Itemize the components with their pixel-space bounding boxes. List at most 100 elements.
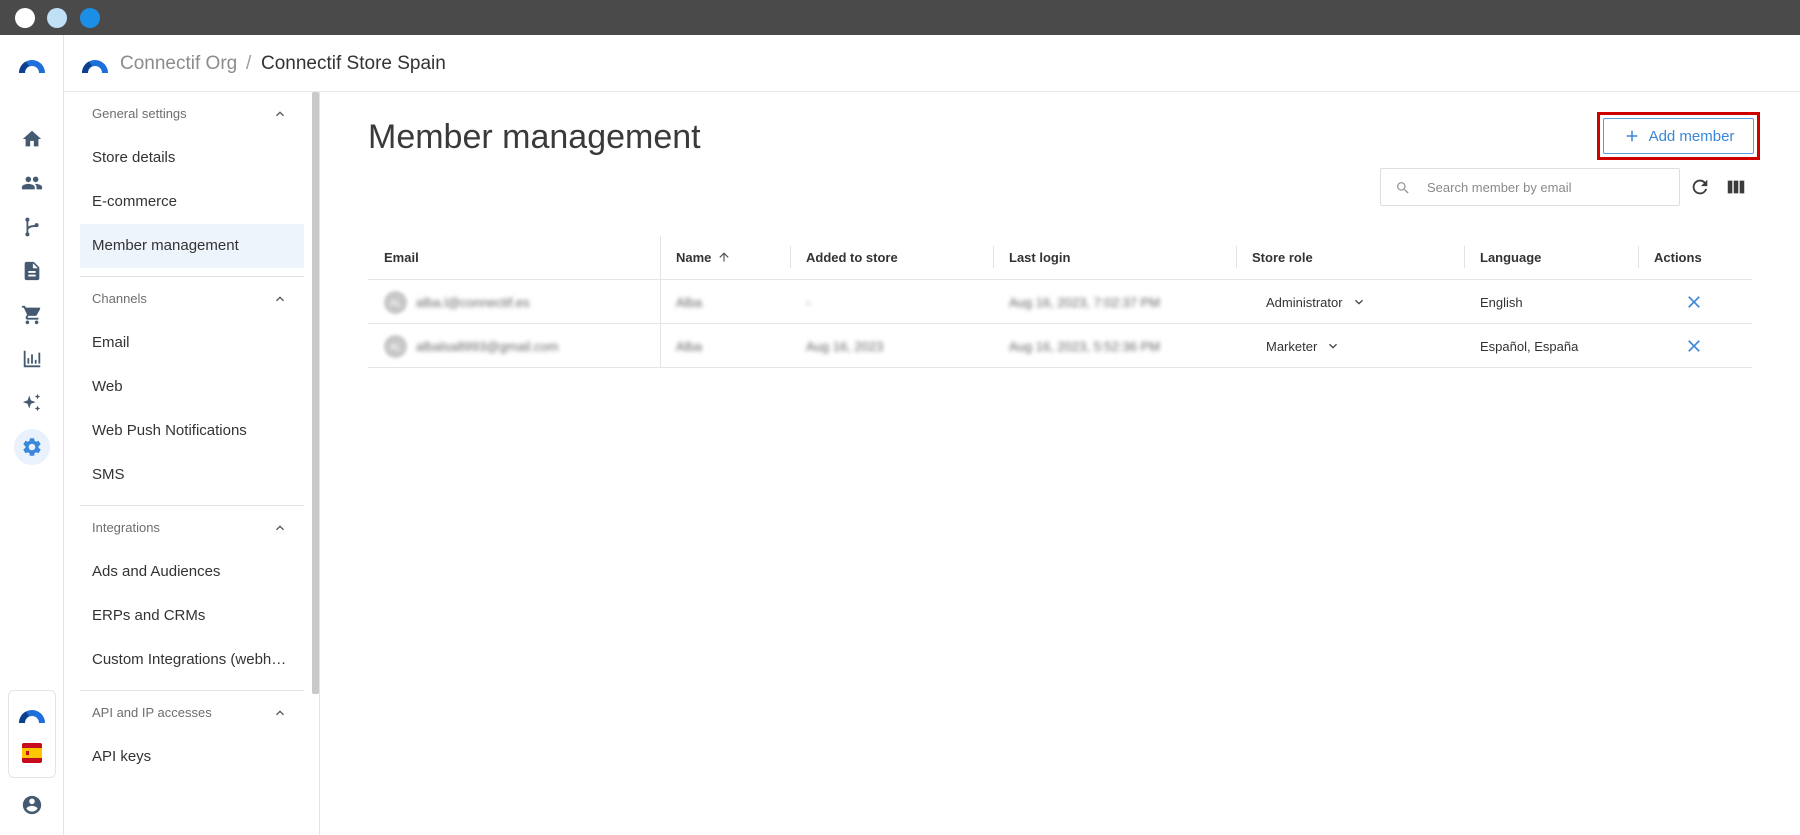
nav-item-label: SMS — [92, 466, 125, 483]
nav-section-general-settings[interactable]: General settings — [80, 92, 304, 136]
chevron-down-icon — [1329, 343, 1338, 349]
role-select[interactable]: Marketer — [1266, 332, 1341, 360]
window-minimize-button[interactable] — [47, 8, 67, 28]
breadcrumb-separator: / — [246, 53, 252, 74]
nav-section-api-ip[interactable]: API and IP accesses — [80, 691, 304, 735]
nav-item-label: Store details — [92, 149, 176, 166]
nav-item-label: ERPs and CRMs — [92, 607, 206, 624]
sparkles-icon[interactable] — [14, 385, 50, 421]
nav-item-web-push[interactable]: Web Push Notifications — [80, 409, 304, 453]
nav-section-integrations[interactable]: Integrations — [80, 506, 304, 550]
nav-item-label: API keys — [92, 748, 152, 765]
table-header: Email Name Added to store Last login Sto… — [368, 236, 1752, 280]
app-rail — [0, 35, 64, 835]
connectif-logo[interactable] — [17, 705, 47, 723]
member-language: Español, España — [1480, 339, 1579, 354]
column-header-name-label: Name — [676, 250, 712, 265]
home-icon[interactable] — [14, 121, 50, 157]
connectif-logo[interactable] — [80, 55, 110, 73]
close-icon — [1688, 340, 1700, 352]
column-divider — [1236, 246, 1237, 268]
reports-icon[interactable] — [14, 341, 50, 377]
cart-icon[interactable] — [14, 297, 50, 333]
content-icon[interactable] — [14, 253, 50, 289]
breadcrumb-store[interactable]: Connectif Store Spain — [261, 53, 446, 75]
nav-item-erps-crms[interactable]: ERPs and CRMs — [80, 594, 304, 638]
member-search[interactable] — [1380, 168, 1680, 206]
members-table: Email Name Added to store Last login Sto… — [368, 236, 1752, 368]
refresh-button[interactable] — [1688, 175, 1712, 199]
remove-member-button[interactable] — [1684, 292, 1704, 312]
avatar: AL — [384, 335, 407, 358]
add-member-button[interactable]: Add member — [1603, 118, 1754, 154]
chevron-up-icon[interactable] — [272, 291, 288, 307]
nav-item-sms[interactable]: SMS — [80, 453, 304, 497]
settings-nav: General settings Store details E-commerc… — [64, 92, 320, 835]
add-member-label: Add member — [1648, 127, 1735, 145]
column-divider — [790, 246, 791, 268]
nav-section-channels[interactable]: Channels — [80, 277, 304, 321]
member-email: alba.l@connectif.es — [416, 295, 530, 310]
role-select-value: Administrator — [1266, 294, 1343, 310]
column-divider — [1638, 246, 1639, 268]
chevron-down-icon — [1354, 299, 1363, 305]
avatar: AL — [384, 291, 407, 314]
nav-item-label: Member management — [92, 237, 239, 254]
people-icon[interactable] — [14, 165, 50, 201]
nav-item-email[interactable]: Email — [80, 321, 304, 365]
gear-icon[interactable] — [14, 429, 50, 465]
member-last-login: Aug 16, 2023, 5:52:36 PM — [1009, 339, 1161, 354]
chevron-up-icon[interactable] — [272, 705, 288, 721]
member-email: albalsa8993@gmail.com — [416, 339, 559, 354]
top-header: Connectif Org / Connectif Store Spain — [64, 35, 1800, 92]
nav-item-label: E-commerce — [92, 193, 178, 210]
page-title: Member management — [368, 118, 701, 156]
spain-flag-icon[interactable] — [22, 743, 42, 763]
member-name: Alba — [676, 339, 703, 354]
plus-icon — [1626, 130, 1637, 142]
close-icon — [1688, 296, 1700, 308]
rail-bottom-group — [8, 690, 56, 778]
window-maximize-button[interactable] — [80, 8, 100, 28]
table-row: AL albalsa8993@gmail.com Alba Aug 16, 20… — [368, 324, 1752, 368]
nav-item-ads-audiences[interactable]: Ads and Audiences — [80, 550, 304, 594]
column-header-email[interactable]: Email — [384, 250, 419, 265]
nav-section-title: API and IP accesses — [92, 705, 212, 720]
nav-item-web[interactable]: Web — [80, 365, 304, 409]
nav-item-custom-integrations[interactable]: Custom Integrations (webhooks) — [80, 638, 304, 682]
column-header-last-login[interactable]: Last login — [1009, 250, 1070, 265]
nav-item-api-keys[interactable]: API keys — [80, 735, 304, 779]
sort-ascending-icon[interactable] — [717, 250, 731, 264]
nav-item-label: Ads and Audiences — [92, 563, 221, 580]
breadcrumb-org[interactable]: Connectif Org — [120, 53, 237, 75]
nav-item-e-commerce[interactable]: E-commerce — [80, 180, 304, 224]
nav-item-store-details[interactable]: Store details — [80, 136, 304, 180]
nav-section-title: General settings — [92, 106, 187, 121]
role-select-value: Marketer — [1266, 338, 1318, 354]
account-icon[interactable] — [14, 787, 50, 823]
column-header-added[interactable]: Added to store — [806, 250, 898, 265]
nav-section-title: Channels — [92, 291, 147, 306]
remove-member-button[interactable] — [1684, 336, 1704, 356]
nav-scrollbar[interactable] — [312, 92, 319, 694]
main-content: Member management Add member Email Name … — [320, 92, 1800, 835]
table-row: AL alba.l@connectif.es Alba - Aug 16, 20… — [368, 280, 1752, 324]
columns-button[interactable] — [1724, 175, 1748, 199]
connectif-logo[interactable] — [17, 55, 47, 73]
column-header-language[interactable]: Language — [1480, 250, 1541, 265]
member-added: Aug 16, 2023 — [806, 339, 884, 354]
role-select[interactable]: Administrator — [1266, 288, 1367, 316]
column-divider — [1464, 246, 1465, 268]
chevron-up-icon[interactable] — [272, 106, 288, 122]
nav-item-label: Email — [92, 334, 130, 351]
column-header-role[interactable]: Store role — [1252, 250, 1313, 265]
nav-item-member-management[interactable]: Member management — [80, 224, 304, 268]
window-titlebar — [0, 0, 1800, 35]
column-header-actions: Actions — [1654, 250, 1702, 265]
chevron-up-icon[interactable] — [272, 520, 288, 536]
workflow-icon[interactable] — [14, 209, 50, 245]
column-header-name[interactable]: Name — [676, 250, 731, 265]
refresh-icon — [1692, 179, 1708, 195]
window-close-button[interactable] — [15, 8, 35, 28]
search-input[interactable] — [1427, 177, 1667, 197]
